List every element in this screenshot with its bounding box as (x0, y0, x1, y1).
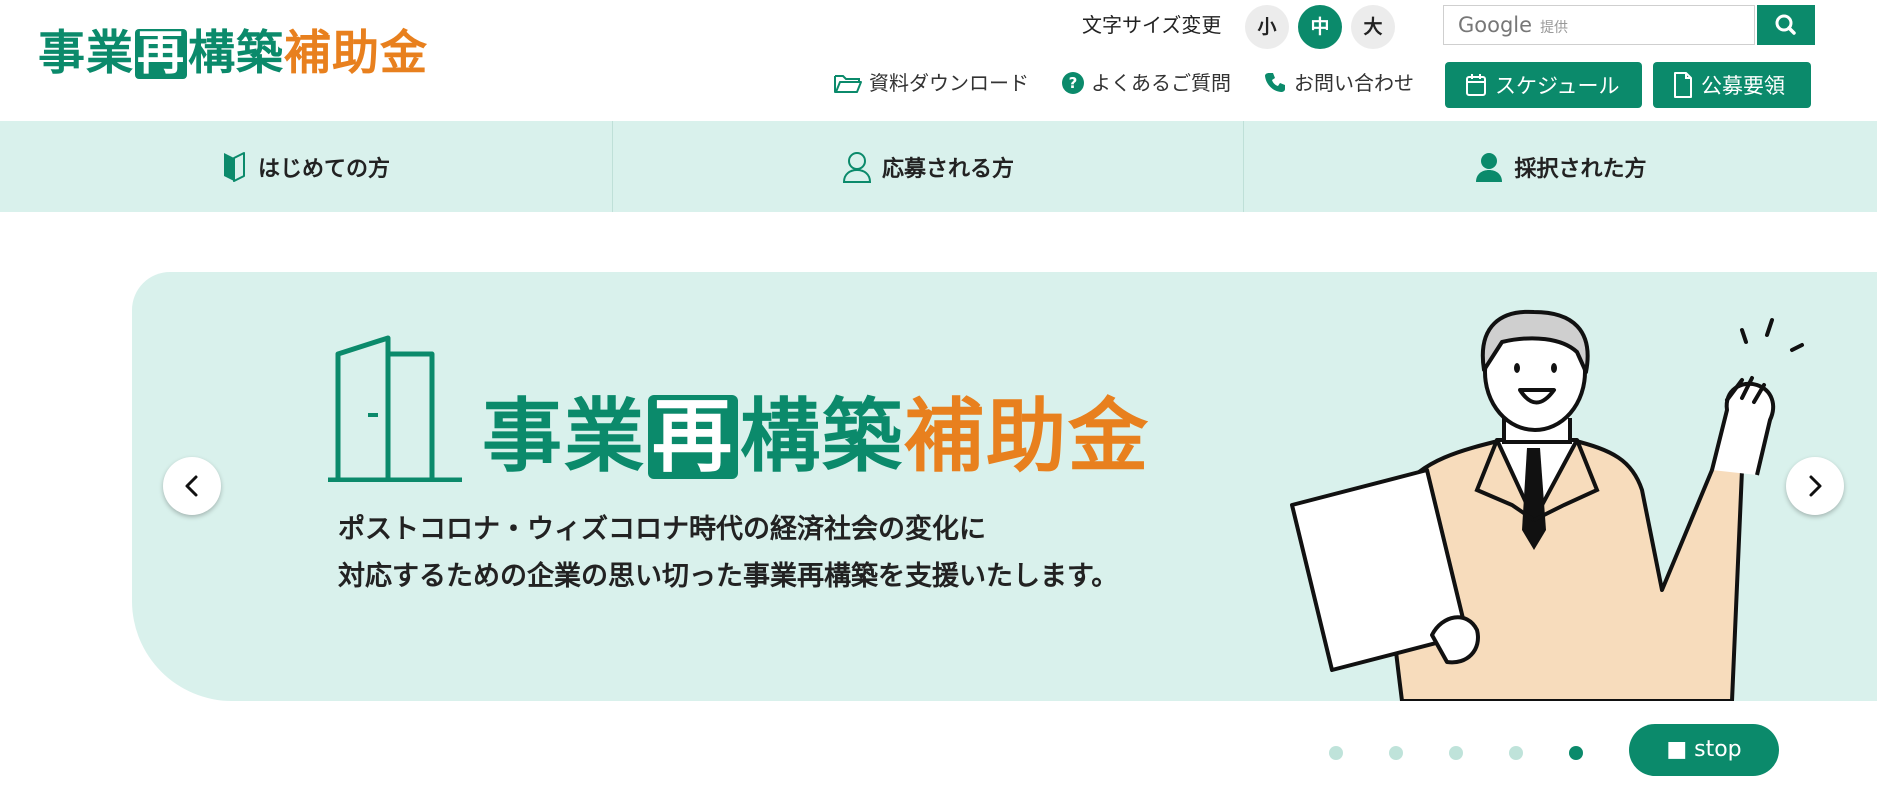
carousel-dot-5[interactable] (1569, 746, 1583, 760)
search-button[interactable] (1757, 5, 1815, 45)
logo-text-3: 構築 (188, 26, 284, 81)
phone-icon (1265, 73, 1285, 92)
question-icon: ? (1062, 72, 1084, 94)
businessman-illustration (1290, 309, 1804, 701)
download-link[interactable]: 資料ダウンロード (833, 68, 1029, 98)
nav-item-adopted-label: 採択された方 (1514, 156, 1647, 182)
nav-item-applicants[interactable]: 応募される方 (613, 121, 1244, 212)
calendar-icon (1466, 74, 1486, 96)
guidelines-button[interactable]: 公募要領 (1653, 62, 1811, 108)
download-link-label: 資料ダウンロード (869, 71, 1029, 95)
logo-text-4: 補助金 (284, 26, 428, 81)
site-logo[interactable]: 事業再構築補助金 (38, 24, 428, 84)
nav-item-beginners-label: はじめての方 (257, 156, 390, 182)
logo-text-1: 事業 (38, 26, 134, 81)
carousel-dot-4[interactable] (1509, 746, 1523, 760)
beginner-mark-icon (223, 151, 245, 182)
font-size-label: 文字サイズ変更 (1082, 13, 1222, 37)
search-input[interactable]: Google 提供 (1443, 5, 1755, 45)
person-outline-icon (842, 151, 871, 183)
carousel-prev-button[interactable] (163, 457, 221, 515)
document-icon (1674, 72, 1692, 98)
carousel-dot-2[interactable] (1389, 746, 1403, 760)
logo-text-2: 再 (135, 26, 187, 81)
person-filled-icon (1476, 152, 1503, 182)
schedule-button[interactable]: スケジュール (1445, 62, 1642, 108)
carousel-dot-3[interactable] (1449, 746, 1463, 760)
carousel-dot-1[interactable] (1329, 746, 1343, 760)
nav-item-applicants-label: 応募される方 (881, 156, 1014, 182)
carousel-next-button[interactable] (1786, 457, 1844, 515)
faq-link[interactable]: ? よくあるご質問 (1061, 68, 1231, 98)
faq-link-label: よくあるご質問 (1091, 71, 1231, 95)
hero-slide: 事業再構築補助金 ポストコロナ・ウィズコロナ時代の経済社会の変化に 対応するため… (132, 272, 1877, 701)
font-size-large-button[interactable]: 大 (1351, 5, 1395, 49)
nav-item-beginners[interactable]: はじめての方 (0, 121, 613, 212)
hero-title-4: 補助金 (904, 390, 1150, 483)
hero-subtitle-line2: 対応するための企業の思い切った事業再構築を支援いたします。 (338, 561, 1119, 592)
hero-title-2: 再 (648, 395, 738, 479)
svg-text:?: ? (1069, 74, 1078, 92)
folder-icon (834, 75, 862, 93)
hero-title: 事業再構築補助金 (482, 387, 1150, 487)
chevron-right-icon (1809, 475, 1822, 497)
main-nav: はじめての方 応募される方 採択された方 (0, 121, 1877, 212)
site-header: 事業再構築補助金 文字サイズ変更 小 中 大 Google 提供 資料ダウンロード… (0, 0, 1877, 121)
hero-title-3: 構築 (740, 390, 904, 483)
search-icon (1775, 14, 1796, 35)
door-icon (328, 335, 462, 482)
schedule-button-label: スケジュール (1495, 74, 1620, 98)
nav-item-adopted[interactable]: 採択された方 (1244, 121, 1877, 212)
search-placeholder: Google 提供 (1458, 13, 1569, 37)
guidelines-button-label: 公募要領 (1701, 74, 1785, 98)
contact-link[interactable]: お問い合わせ (1264, 68, 1414, 98)
contact-link-label: お問い合わせ (1294, 71, 1414, 95)
font-size-small-button[interactable]: 小 (1245, 5, 1289, 49)
hero-title-1: 事業 (482, 390, 646, 483)
font-size-medium-button[interactable]: 中 (1298, 5, 1342, 49)
chevron-left-icon (185, 475, 198, 497)
hero-subtitle-line1: ポストコロナ・ウィズコロナ時代の経済社会の変化に (338, 514, 986, 545)
carousel-stop-button[interactable]: ■ stop (1629, 724, 1779, 776)
